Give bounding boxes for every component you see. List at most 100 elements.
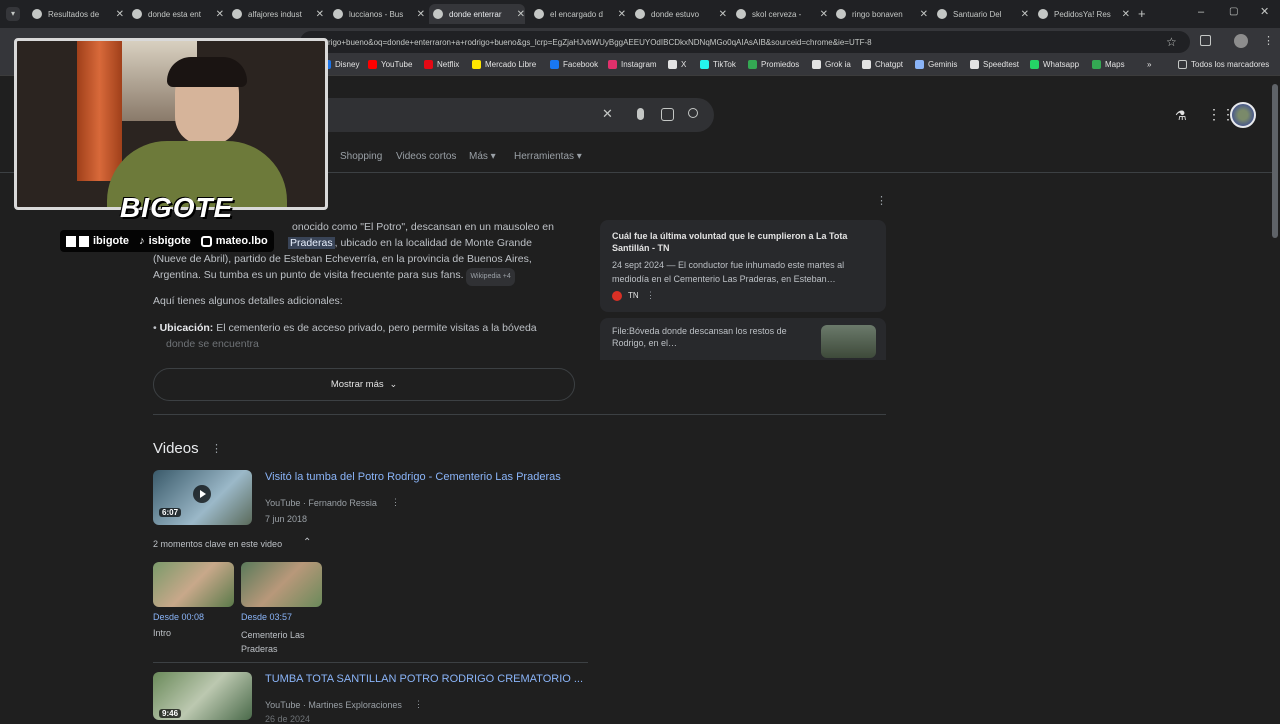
address-bar[interactable]: rigo+bueno&oq=donde+enterraron+a+rodrigo… <box>300 31 1190 53</box>
lens-search-icon[interactable] <box>661 108 674 121</box>
bullet-text: El cementerio es de acceso privado, pero… <box>216 322 537 334</box>
bookmark-item[interactable]: YouTube <box>368 60 412 69</box>
videos-menu-icon[interactable]: ⋮ <box>211 442 222 455</box>
answer-line-4: Argentina. Su tumba es un punto de visit… <box>153 267 515 286</box>
browser-tab[interactable]: donde estuvo ✕ <box>631 4 727 24</box>
tab-short-videos[interactable]: Videos cortos <box>396 151 456 162</box>
section-divider-2 <box>153 662 588 663</box>
chevron-up-icon[interactable]: ⌃ <box>303 537 311 548</box>
labs-flask-icon[interactable]: ⚗ <box>1175 108 1187 124</box>
tab-close-icon[interactable]: ✕ <box>1122 9 1130 20</box>
new-tab-button[interactable]: + <box>1138 6 1146 21</box>
bookmark-item[interactable]: Geminis <box>915 60 957 69</box>
bookmark-item[interactable]: TikTok <box>700 60 736 69</box>
search-icon[interactable] <box>688 108 698 118</box>
news-card-title[interactable]: Cuál fue la última voluntad que le cumpl… <box>612 230 874 254</box>
tab-close-icon[interactable]: ✕ <box>417 9 425 20</box>
news-source-menu-icon[interactable]: ⋮ <box>646 290 655 301</box>
clear-search-icon[interactable]: ✕ <box>602 106 613 122</box>
tab-close-icon[interactable]: ✕ <box>216 9 224 20</box>
close-window-button[interactable]: ✕ <box>1260 5 1269 18</box>
moment-label-1: Intro <box>153 628 172 638</box>
bookmark-item[interactable]: Netflix <box>424 60 459 69</box>
bookmark-label: Instagram <box>621 60 657 69</box>
bookmark-item[interactable]: Speedtest <box>970 60 1019 69</box>
bookmark-item[interactable]: Chatgpt <box>862 60 903 69</box>
bookmark-label: Mercado Libre <box>485 60 537 69</box>
tab-close-icon[interactable]: ✕ <box>920 9 928 20</box>
moment-thumbnail-2[interactable] <box>241 562 322 607</box>
bookmark-label: X <box>681 60 687 69</box>
bookmark-label: Speedtest <box>983 60 1020 69</box>
image-card-title[interactable]: File:Bóveda donde descansan los restos d… <box>612 325 807 349</box>
browser-tab[interactable]: alfajores indust ✕ <box>228 4 324 24</box>
bookmark-item[interactable]: Instagram <box>608 60 657 69</box>
bookmark-item[interactable]: Promiedos <box>748 60 799 69</box>
browser-tab[interactable]: luccianos - Bus ✕ <box>329 4 425 24</box>
page-scrollbar[interactable] <box>1272 84 1278 238</box>
browser-tab[interactable]: el encargado d ✕ <box>530 4 626 24</box>
video-date-1: 7 jun 2018 <box>265 514 308 524</box>
maximize-button[interactable]: ▢ <box>1229 6 1238 17</box>
bookmark-item[interactable]: X <box>668 60 686 69</box>
extensions-icon[interactable] <box>1200 35 1211 46</box>
tab-close-icon[interactable]: ✕ <box>116 9 124 20</box>
source-chip[interactable]: Wikipedia +4 <box>466 268 515 286</box>
tab-close-icon[interactable]: ✕ <box>719 9 727 20</box>
search-input[interactable] <box>300 98 714 132</box>
browser-tab[interactable]: donde enterrar ✕ <box>429 4 525 24</box>
tab-more[interactable]: Más ▾ <box>469 151 496 162</box>
browser-tab[interactable]: Santuario Del ✕ <box>933 4 1029 24</box>
twitch-icon <box>66 235 76 247</box>
tab-close-icon[interactable]: ✕ <box>820 9 828 20</box>
voice-search-icon[interactable] <box>637 108 644 120</box>
all-bookmarks-folder[interactable]: Todos los marcadores <box>1178 60 1269 69</box>
bookmark-favicon-icon <box>472 60 481 69</box>
tab-shopping[interactable]: Shopping <box>340 151 382 162</box>
moment-time-2[interactable]: Desde 03:57 <box>241 612 292 622</box>
browser-tab[interactable]: donde esta ent ✕ <box>128 4 224 24</box>
video-menu-icon[interactable]: ⋮ <box>391 497 400 508</box>
tab-favicon-icon <box>232 9 242 19</box>
section-divider <box>153 414 886 415</box>
videos-heading: Videos <box>153 440 199 457</box>
tab-tools[interactable]: Herramientas ▾ <box>514 151 582 162</box>
tab-title: donde esta ent <box>148 9 201 19</box>
bookmark-item[interactable]: Whatsapp <box>1030 60 1079 69</box>
browser-tab[interactable]: Resultados de ✕ <box>28 4 124 24</box>
account-avatar[interactable] <box>1230 102 1256 128</box>
browser-tab[interactable]: PedidosYa! Res ✕ <box>1034 4 1130 24</box>
tab-close-icon[interactable]: ✕ <box>1021 9 1029 20</box>
bookmark-label: TikTok <box>713 60 736 69</box>
bookmarks-more[interactable]: » <box>1147 60 1151 69</box>
moment-time-1[interactable]: Desde 00:08 <box>153 612 204 622</box>
browser-tab[interactable]: skol cerveza - ✕ <box>732 4 828 24</box>
profile-avatar[interactable] <box>1234 34 1248 48</box>
tab-close-icon[interactable]: ✕ <box>517 9 525 20</box>
video-title-2[interactable]: TUMBA TOTA SANTILLAN POTRO RODRIGO CREMA… <box>265 673 583 685</box>
bookmark-item[interactable]: Grok ia <box>812 60 851 69</box>
answer-line-4-text: Argentina. Su tumba es un punto de visit… <box>153 269 464 281</box>
answer-menu-icon[interactable]: ⋮ <box>876 194 887 207</box>
answer-line-1: onocido como "El Potro", descansan en un… <box>292 221 554 233</box>
minimize-button[interactable]: – <box>1198 6 1204 18</box>
video-menu-icon-2[interactable]: ⋮ <box>414 699 423 710</box>
bookmark-favicon-icon <box>424 60 433 69</box>
key-moments-label[interactable]: 2 momentos clave en este video <box>153 539 282 549</box>
tab-search-button[interactable]: ▾ <box>6 7 20 21</box>
menu-kebab-icon[interactable]: ⋮ <box>1263 34 1274 47</box>
moment-thumbnail-1[interactable] <box>153 562 234 607</box>
tab-close-icon[interactable]: ✕ <box>316 9 324 20</box>
video-duration-1: 6:07 <box>159 508 182 517</box>
news-card-snippet: 24 sept 2024 — El conductor fue inhumado… <box>612 260 845 284</box>
browser-tab[interactable]: ringo bonaven ✕ <box>832 4 928 24</box>
show-more-button[interactable]: Mostrar más ⌄ <box>153 368 575 401</box>
bookmark-item[interactable]: Mercado Libre <box>472 60 536 69</box>
tab-close-icon[interactable]: ✕ <box>618 9 626 20</box>
video-title-1[interactable]: Visitó la tumba del Potro Rodrigo - Ceme… <box>265 471 561 483</box>
bookmark-star-icon[interactable]: ☆ <box>1166 35 1177 49</box>
bookmark-item[interactable]: Facebook <box>550 60 598 69</box>
chevron-down-icon: ⌄ <box>389 379 398 389</box>
bookmark-item[interactable]: Maps <box>1092 60 1125 69</box>
video-channel-2: YouTube · Martines Exploraciones <box>265 700 402 710</box>
